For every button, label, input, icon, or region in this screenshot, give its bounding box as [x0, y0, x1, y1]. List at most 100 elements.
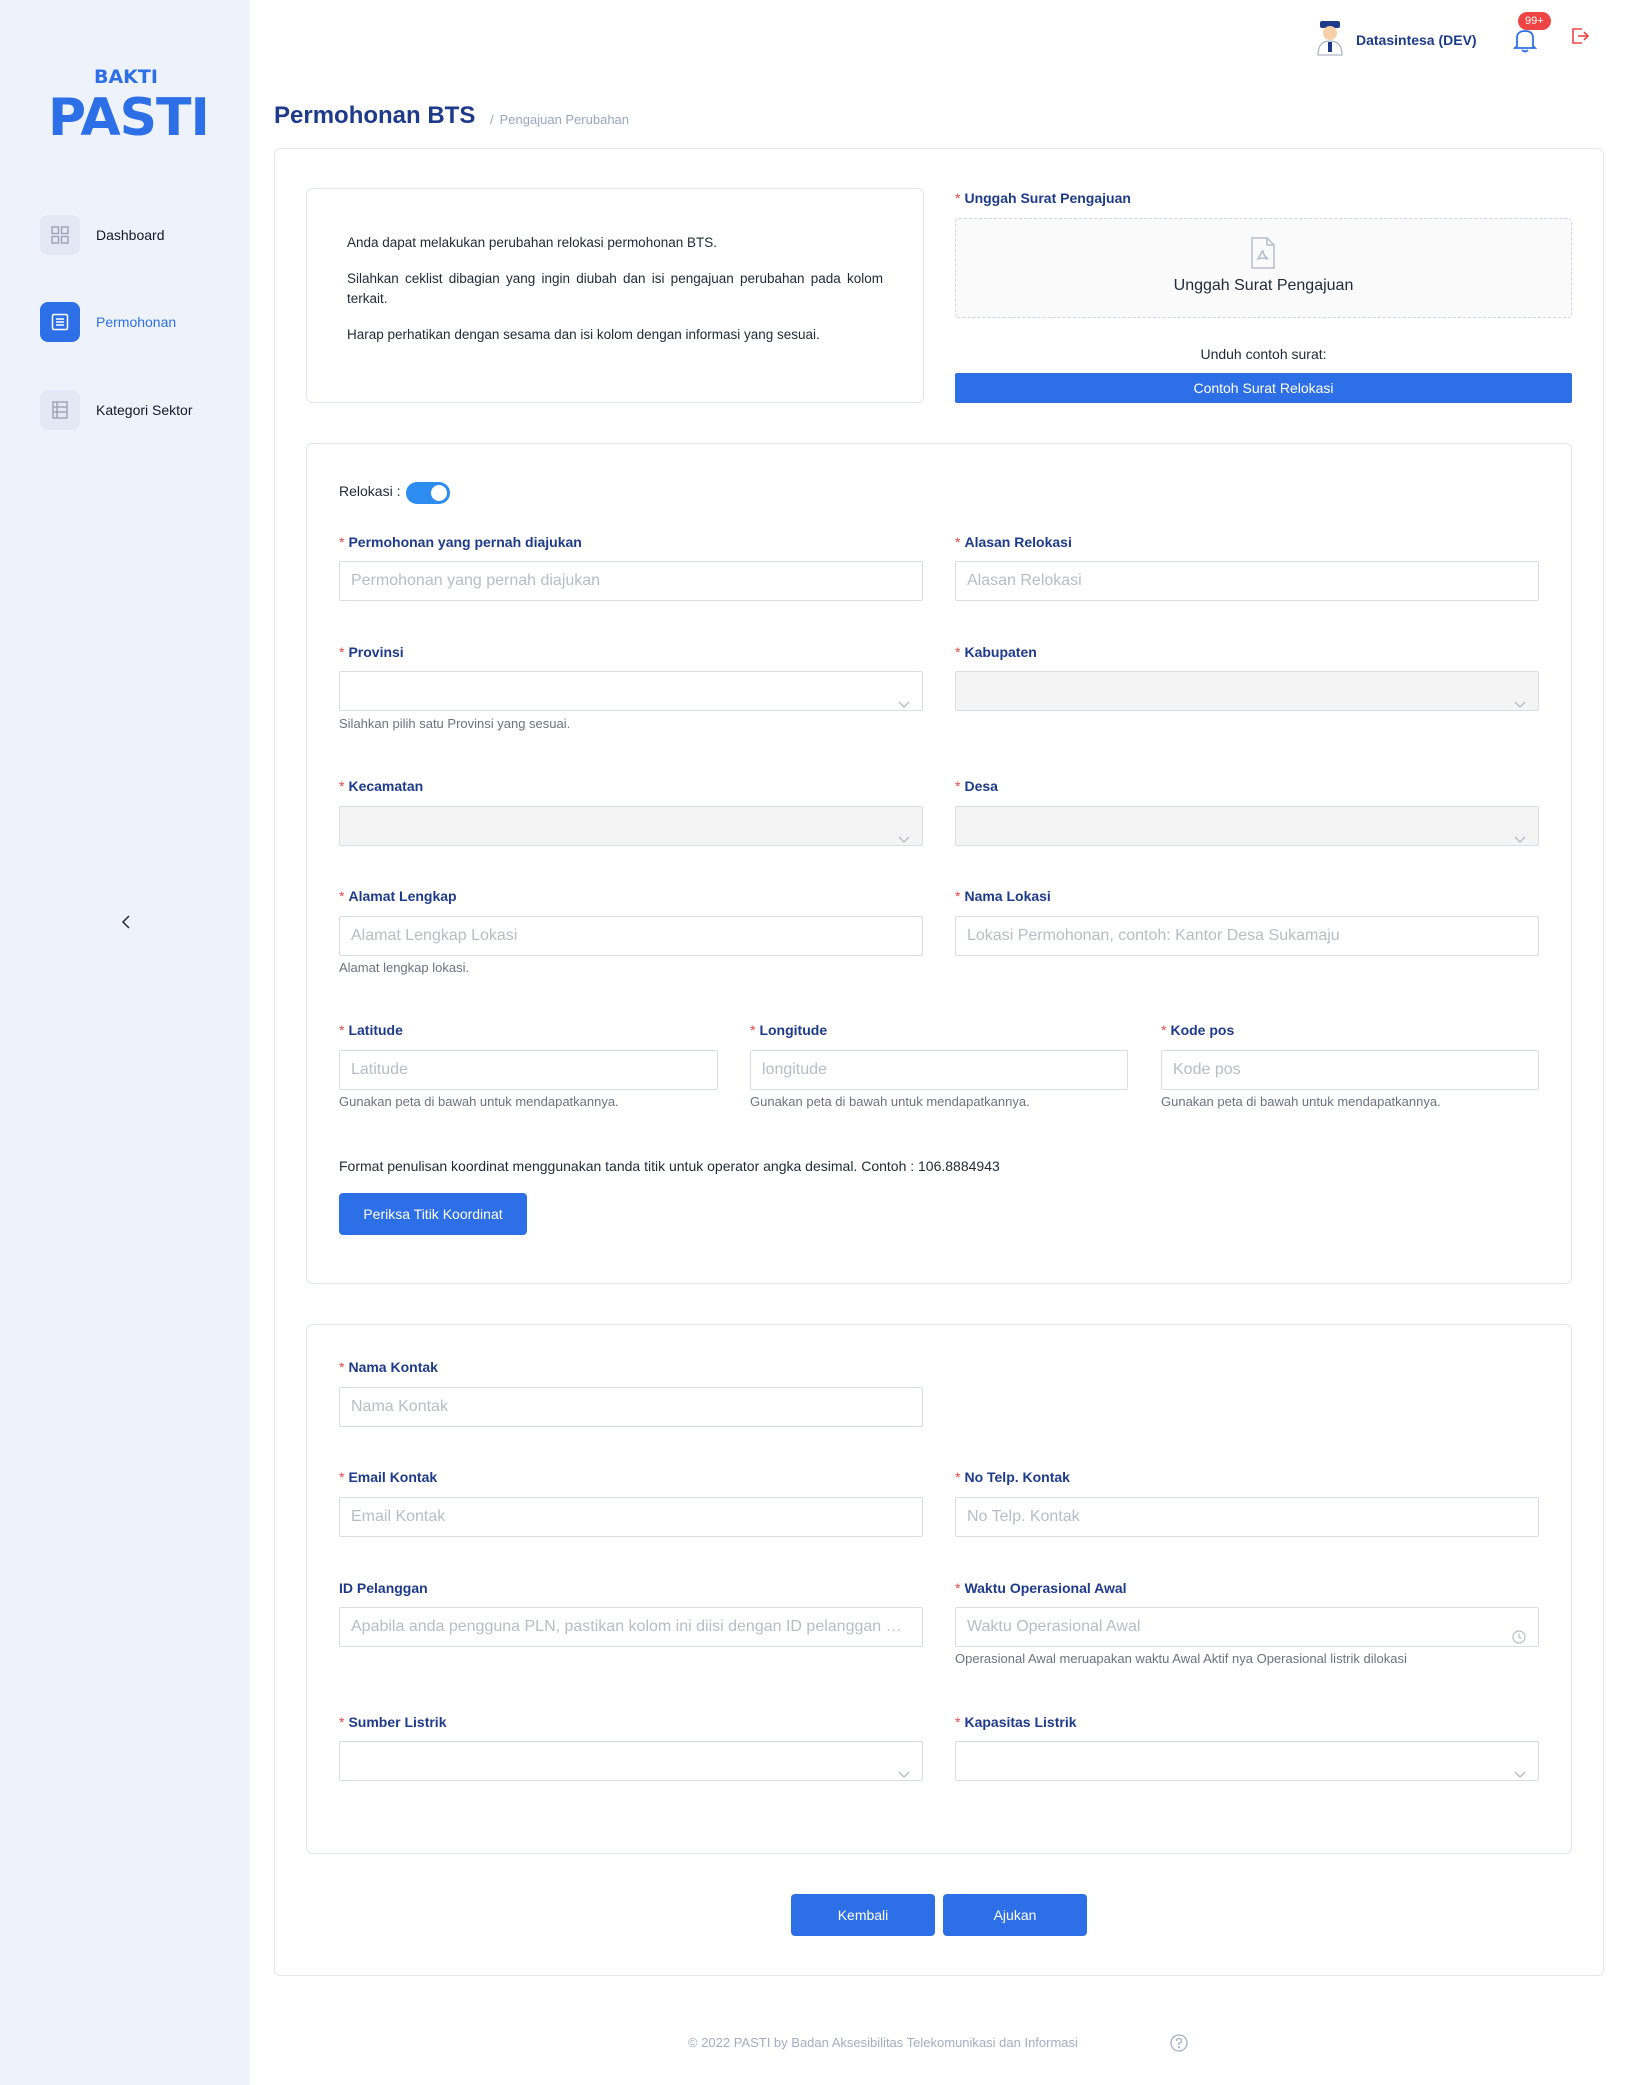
id-pelanggan-input[interactable]: Apabila anda pengguna PLN, pastikan kolo…: [339, 1607, 923, 1647]
back-button[interactable]: Kembali: [791, 1894, 935, 1936]
kabupaten-label: * Kabupaten: [955, 644, 1037, 660]
grid-icon: [40, 215, 80, 255]
clock-icon: [1512, 1621, 1526, 1646]
pasti-logo[interactable]: BAKTI PASTI: [48, 60, 210, 152]
help-circle-icon[interactable]: [1170, 2034, 1188, 2057]
kapasitas-listrik-label: * Kapasitas Listrik: [955, 1714, 1077, 1730]
kode-pos-label: * Kode pos: [1161, 1022, 1235, 1038]
toggle-knob: [431, 485, 447, 501]
chevron-down-icon: [1514, 821, 1526, 845]
required-mark: *: [339, 1022, 345, 1038]
telp-kontak-input[interactable]: No Telp. Kontak: [955, 1497, 1539, 1537]
upload-text: Unggah Surat Pengajuan: [1173, 277, 1354, 294]
desa-select[interactable]: [955, 806, 1539, 846]
longitude-input[interactable]: longitude: [750, 1050, 1128, 1090]
required-mark: *: [339, 1469, 345, 1485]
kode-pos-help: Gunakan peta di bawah untuk mendapatkann…: [1161, 1094, 1441, 1109]
avatar: [1314, 19, 1346, 62]
breadcrumb: / Pengajuan Perubahan: [490, 112, 629, 127]
kecamatan-label: * Kecamatan: [339, 778, 424, 794]
required-mark: *: [955, 1469, 961, 1485]
sumber-listrik-select[interactable]: [339, 1741, 923, 1781]
telp-kontak-label: * No Telp. Kontak: [955, 1469, 1070, 1485]
waktu-operasional-help: Operasional Awal meruapakan waktu Awal A…: [955, 1651, 1407, 1666]
waktu-operasional-input[interactable]: Waktu Operasional Awal: [955, 1607, 1539, 1647]
required-mark: *: [339, 1359, 345, 1375]
required-mark: *: [339, 888, 345, 904]
nama-kontak-input[interactable]: Nama Kontak: [339, 1387, 923, 1427]
sidebar-item-dashboard[interactable]: Dashboard: [40, 215, 240, 255]
table-icon: [40, 390, 80, 430]
alasan-relokasi-input[interactable]: Alasan Relokasi: [955, 561, 1539, 601]
required-mark: *: [339, 778, 345, 794]
relokasi-toggle-label: Relokasi :: [339, 483, 401, 499]
logo-bakti-text: BAKTI: [94, 66, 158, 88]
chevron-down-icon: [898, 1756, 910, 1780]
alamat-help: Alamat lengkap lokasi.: [339, 960, 470, 975]
coordinate-format-note: Format penulisan koordinat menggunakan t…: [339, 1158, 1000, 1174]
notification-badge: 99+: [1518, 12, 1551, 30]
sidebar-item-label: Dashboard: [96, 227, 165, 243]
upload-dropzone[interactable]: Unggah Surat Pengajuan: [955, 218, 1572, 318]
sidebar-item-label: Permohonan: [96, 314, 177, 330]
breadcrumb-separator: /: [490, 112, 494, 127]
desa-label: * Desa: [955, 778, 998, 794]
permohonan-label: * Permohonan yang pernah diajukan: [339, 534, 582, 550]
longitude-label: * Longitude: [750, 1022, 828, 1038]
required-mark: *: [955, 190, 961, 206]
required-mark: *: [750, 1022, 756, 1038]
relokasi-toggle[interactable]: [406, 482, 450, 504]
sidebar-item-label: Kategori Sektor: [96, 402, 193, 418]
alasan-relokasi-label: * Alasan Relokasi: [955, 534, 1072, 550]
required-mark: *: [955, 534, 961, 550]
provinsi-select[interactable]: [339, 671, 923, 711]
document-list-icon: [40, 302, 80, 342]
check-coordinate-button[interactable]: Periksa Titik Koordinat: [339, 1193, 527, 1235]
info-text: Harap perhatikan dengan sesama dan isi k…: [347, 327, 820, 342]
user-menu[interactable]: Datasintesa (DEV): [1314, 20, 1477, 60]
required-mark: *: [955, 888, 961, 904]
required-mark: *: [339, 534, 345, 550]
required-mark: *: [955, 778, 961, 794]
required-mark: *: [955, 644, 961, 660]
waktu-operasional-label: * Waktu Operasional Awal: [955, 1580, 1127, 1596]
info-box: Anda dapat melakukan perubahan relokasi …: [306, 188, 924, 403]
latitude-label: * Latitude: [339, 1022, 403, 1038]
chevron-left-icon[interactable]: [116, 912, 136, 932]
email-kontak-input[interactable]: Email Kontak: [339, 1497, 923, 1537]
sidebar-item-kategori-sektor[interactable]: Kategori Sektor: [40, 390, 240, 430]
nama-lokasi-label: * Nama Lokasi: [955, 888, 1051, 904]
bell-icon[interactable]: [1512, 26, 1538, 54]
alamat-input[interactable]: Alamat Lengkap Lokasi: [339, 916, 923, 956]
required-mark: *: [339, 644, 345, 660]
logout-icon[interactable]: [1570, 26, 1590, 46]
kode-pos-input[interactable]: Kode pos: [1161, 1050, 1539, 1090]
nama-lokasi-input[interactable]: Lokasi Permohonan, contoh: Kantor Desa S…: [955, 916, 1539, 956]
provinsi-help: Silahkan pilih satu Provinsi yang sesuai…: [339, 716, 571, 731]
chevron-down-icon: [898, 686, 910, 710]
chevron-down-icon: [1514, 686, 1526, 710]
provinsi-label: * Provinsi: [339, 644, 404, 660]
alamat-label: * Alamat Lengkap: [339, 888, 457, 904]
pdf-file-icon: [1250, 237, 1276, 274]
id-pelanggan-label: ID Pelanggan: [339, 1580, 428, 1596]
chevron-down-icon: [898, 821, 910, 845]
breadcrumb-current[interactable]: Pengajuan Perubahan: [500, 112, 629, 127]
upload-label: * Unggah Surat Pengajuan: [955, 190, 1131, 206]
permohonan-input[interactable]: Permohonan yang pernah diajukan: [339, 561, 923, 601]
info-text: Anda dapat melakukan perubahan relokasi …: [347, 235, 717, 250]
kecamatan-select[interactable]: [339, 806, 923, 846]
waktu-operasional-placeholder: Waktu Operasional Awal: [967, 1618, 1141, 1635]
email-kontak-label: * Email Kontak: [339, 1469, 438, 1485]
sample-letter-label: Unduh contoh surat:: [1200, 346, 1327, 362]
submit-button[interactable]: Ajukan: [943, 1894, 1087, 1936]
longitude-help: Gunakan peta di bawah untuk mendapatkann…: [750, 1094, 1030, 1109]
kabupaten-select[interactable]: [955, 671, 1539, 711]
required-mark: *: [955, 1580, 961, 1596]
kapasitas-listrik-select[interactable]: [955, 1741, 1539, 1781]
latitude-input[interactable]: Latitude: [339, 1050, 718, 1090]
sample-letter-button[interactable]: Contoh Surat Relokasi: [955, 373, 1572, 403]
logo-pasti-text: PASTI: [48, 88, 210, 148]
sidebar-item-permohonan[interactable]: Permohonan: [40, 302, 240, 342]
chevron-down-icon: [1514, 1756, 1526, 1780]
